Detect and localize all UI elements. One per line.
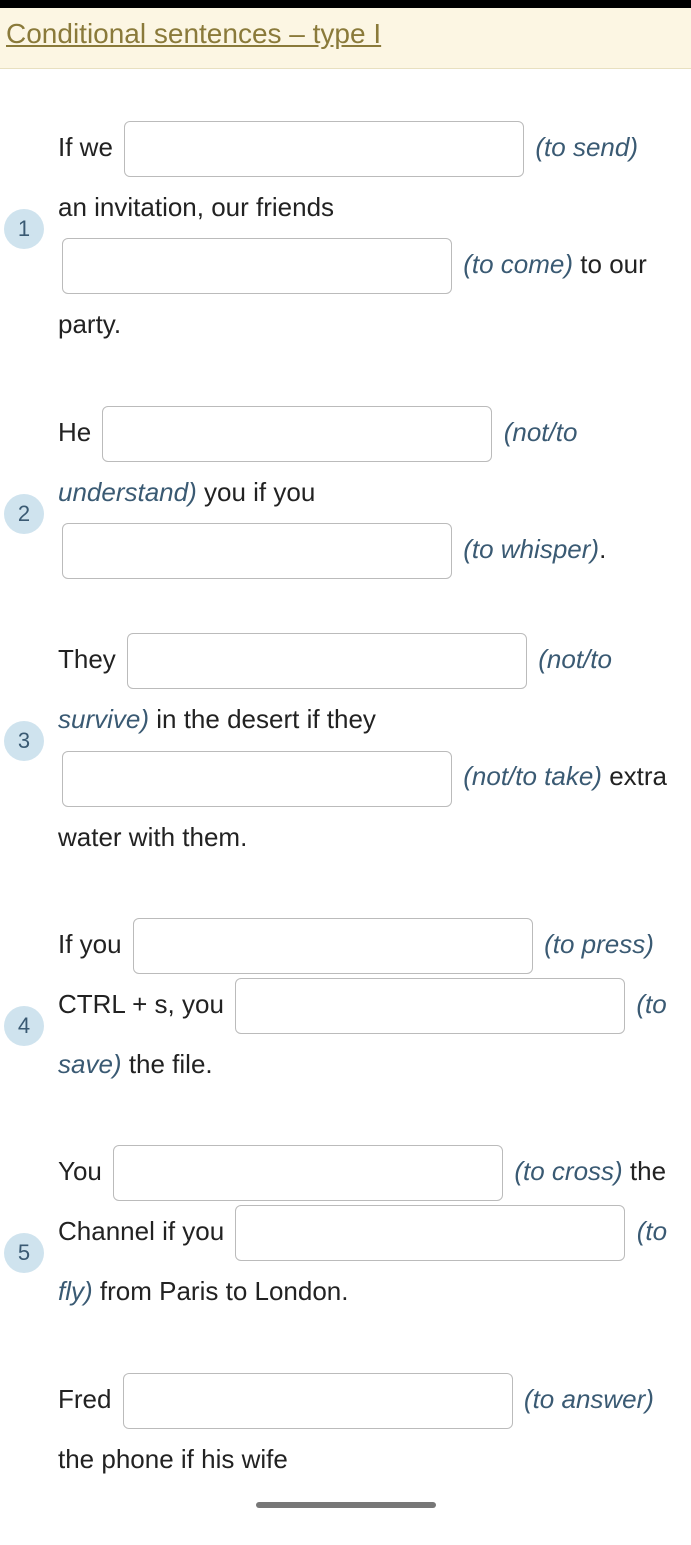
answer-input[interactable]	[124, 121, 524, 177]
text-fragment: the file.	[129, 1049, 213, 1079]
title-band: Conditional sentences – type I	[0, 8, 691, 69]
text-fragment: They	[58, 644, 123, 674]
text-fragment: He	[58, 417, 98, 447]
exercise-list: 1 If we (to send) an invitation, our fri…	[0, 69, 691, 1498]
verb-hint: (to send)	[535, 132, 638, 162]
item-number-badge: 5	[4, 1233, 44, 1273]
answer-input[interactable]	[235, 1205, 625, 1261]
verb-hint: (to whisper)	[463, 534, 599, 564]
item-number-badge: 1	[4, 209, 44, 249]
answer-input[interactable]	[235, 978, 625, 1034]
answer-input[interactable]	[62, 238, 452, 294]
exercise-item: 6 Fred (to an­swer) the phone if his wif…	[4, 1371, 671, 1488]
answer-input[interactable]	[62, 523, 452, 579]
text-fragment: You	[58, 1156, 109, 1186]
item-content: If you (to press) CTRL + s, you (to save…	[58, 916, 671, 1093]
drag-handle-icon[interactable]	[256, 1502, 436, 1508]
verb-hint: (not/to take)	[463, 761, 602, 791]
verb-hint: (to come)	[463, 249, 573, 279]
text-fragment: If you	[58, 929, 129, 959]
text-fragment: If we	[58, 132, 120, 162]
text-fragment: from Paris to London.	[100, 1276, 349, 1306]
answer-input[interactable]	[123, 1373, 513, 1429]
item-number-badge: 2	[4, 494, 44, 534]
answer-input[interactable]	[102, 406, 492, 462]
item-number-badge: 4	[4, 1006, 44, 1046]
text-fragment: CTRL + s, you	[58, 989, 231, 1019]
verb-hint: (to cross)	[514, 1156, 622, 1186]
answer-input[interactable]	[133, 918, 533, 974]
exercise-item: 1 If we (to send) an invitation, our fri…	[4, 119, 671, 354]
text-fragment: Fred	[58, 1384, 119, 1414]
verb-hint: (to press)	[544, 929, 654, 959]
answer-input[interactable]	[62, 751, 452, 807]
exercise-item: 5 You (to cross) the Channel if you (to …	[4, 1143, 671, 1320]
exercise-item: 4 If you (to press) CTRL + s, you (to sa…	[4, 916, 671, 1093]
window-top-bar	[0, 0, 691, 8]
item-content: You (to cross) the Channel if you (to fl…	[58, 1143, 671, 1320]
text-fragment: the phone if his wife	[58, 1444, 288, 1474]
item-content: They (not/to survive) in the desert if t…	[58, 631, 671, 866]
verb-hint: (to an­swer)	[524, 1384, 654, 1414]
text-fragment: an invitation, our friends	[58, 192, 334, 222]
page-title-link[interactable]: Conditional sentences – type I	[6, 18, 381, 49]
item-number-badge: 3	[4, 721, 44, 761]
text-fragment: in the desert if they	[156, 704, 376, 734]
item-content: Fred (to an­swer) the phone if his wife	[58, 1371, 671, 1488]
exercise-item: 3 They (not/to survive) in the desert if…	[4, 631, 671, 866]
item-content: He (not/to understand) you if you (to wh…	[58, 404, 671, 581]
exercise-item: 2 He (not/to understand) you if you (to …	[4, 404, 671, 581]
answer-input[interactable]	[127, 633, 527, 689]
text-fragment: you if you	[204, 477, 315, 507]
item-content: If we (to send) an invitation, our frien…	[58, 119, 671, 354]
text-fragment: .	[599, 534, 606, 564]
answer-input[interactable]	[113, 1145, 503, 1201]
